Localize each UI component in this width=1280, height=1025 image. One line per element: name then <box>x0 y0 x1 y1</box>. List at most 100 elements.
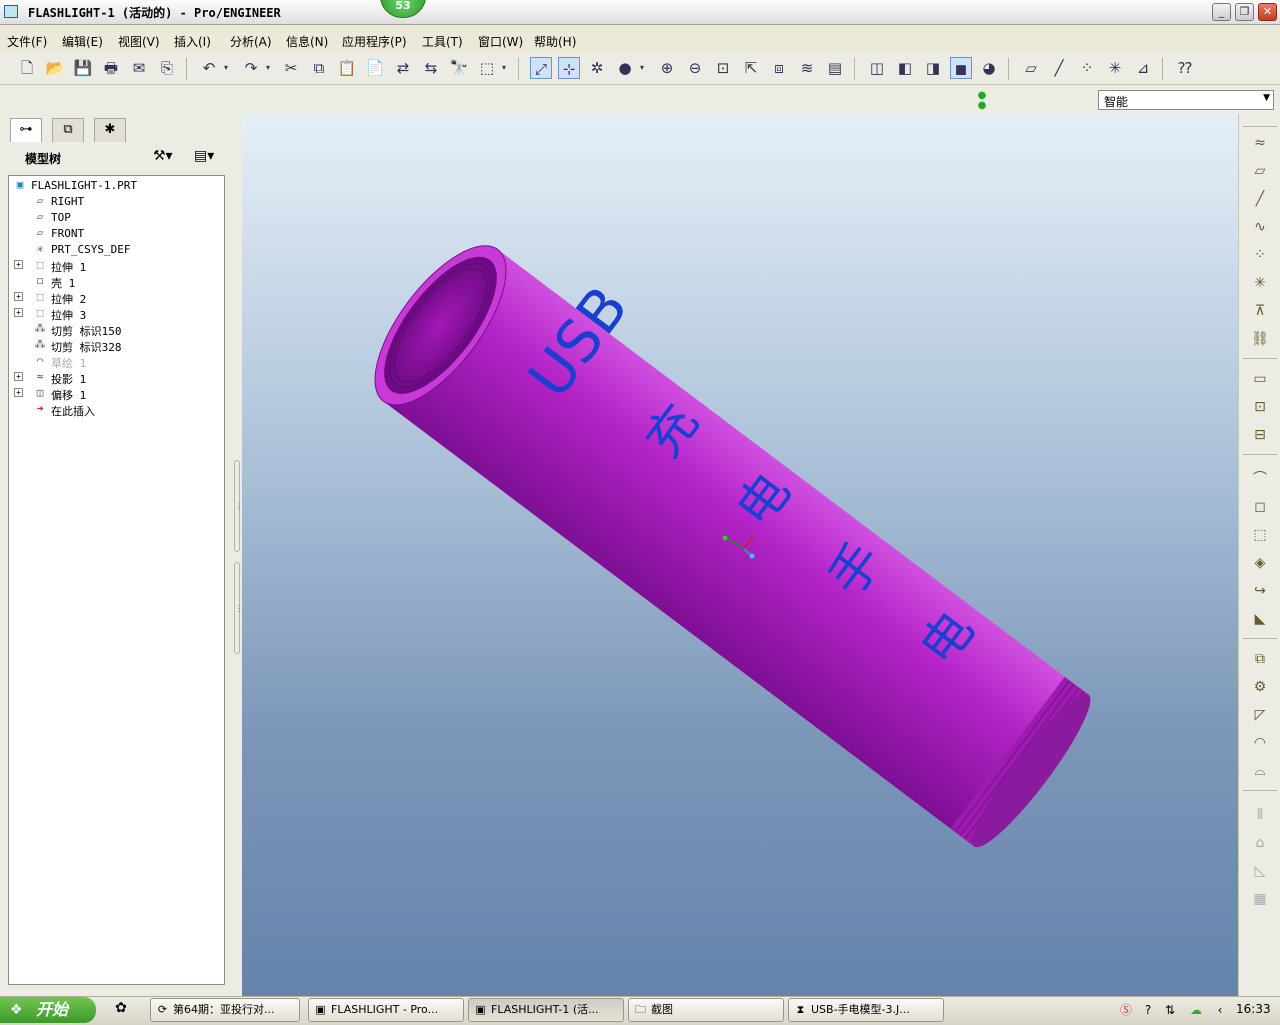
expand-icon[interactable]: + <box>14 292 23 301</box>
datum-point-tool-icon[interactable]: ⁘ <box>1249 244 1271 266</box>
tray-collapse-icon[interactable]: ‹ <box>1212 1002 1228 1018</box>
find-binoculars-icon[interactable]: 🔭 <box>448 57 470 79</box>
zoom-out-icon[interactable]: ⊖ <box>684 57 706 79</box>
redo-icon[interactable]: ↷ <box>240 57 262 79</box>
analysis-feature-icon[interactable]: ⊼ <box>1249 300 1271 322</box>
panel-splitter-grip[interactable]: ⋮ <box>234 460 243 552</box>
network-icon[interactable]: ⇅ <box>1162 1002 1178 1018</box>
help-tray-icon[interactable]: ? <box>1140 1002 1156 1018</box>
paste-icon[interactable]: 📋 <box>336 57 358 79</box>
tree-item[interactable]: + ◫ 偏移 1 <box>9 386 219 402</box>
open-folder-icon[interactable]: 📂 <box>44 57 66 79</box>
traffic-light-icon[interactable]: ● ● <box>977 91 987 111</box>
email-icon[interactable]: ✉ <box>128 57 150 79</box>
spin-center-icon[interactable]: ⤢ <box>530 57 552 79</box>
datum-plane-display-icon[interactable]: ▱ <box>1020 57 1042 79</box>
csys-display-icon[interactable]: ✳ <box>1104 57 1126 79</box>
shaded-icon[interactable]: ◼ <box>950 57 972 79</box>
annotation-display-icon[interactable]: ⊿ <box>1132 57 1154 79</box>
tree-item[interactable]: ▱ RIGHT <box>9 194 219 210</box>
revolve-tool-icon[interactable]: ◈ <box>1249 552 1271 574</box>
menu-applications[interactable]: 应用程序(P) <box>342 33 407 50</box>
datum-point-display-icon[interactable]: ⁘ <box>1076 57 1098 79</box>
zoom-in-icon[interactable]: ⊕ <box>656 57 678 79</box>
menu-tools[interactable]: 工具(T) <box>422 33 463 50</box>
undo-dropdown-icon[interactable]: ▾ <box>220 57 232 79</box>
tree-item[interactable]: ⁂ 切剪 标识150 <box>9 322 219 338</box>
print-icon[interactable]: 🖶 <box>100 57 122 79</box>
tree-item[interactable]: + ⬚ 拉伸 2 <box>9 290 219 306</box>
no-hidden-icon[interactable]: ◨ <box>922 57 944 79</box>
expand-icon[interactable]: + <box>14 372 23 381</box>
selection-filter-select[interactable]: 智能 ▼ <box>1098 90 1274 110</box>
model-canvas[interactable]: USB 充 电 手 电 <box>242 114 1238 996</box>
appearance-icon[interactable]: ▤ <box>824 57 846 79</box>
panel-splitter-grip[interactable]: ⋮ <box>234 562 243 654</box>
saved-views-icon[interactable]: ✲ <box>586 57 608 79</box>
input-method-icon[interactable]: Ⓢ <box>1118 1002 1134 1018</box>
copy-icon[interactable]: ⧉ <box>308 57 330 79</box>
enhanced-realism-icon[interactable]: ◕ <box>978 57 1000 79</box>
tab-favorites[interactable]: ✱ <box>94 118 126 142</box>
rib-tool-icon[interactable]: ◠ <box>1249 732 1271 754</box>
sphere-shading-icon[interactable]: ● <box>614 57 636 79</box>
redo-dropdown-icon[interactable]: ▾ <box>262 57 274 79</box>
view-manager-icon[interactable]: ⧈ <box>768 57 790 79</box>
menu-file[interactable]: 文件(F) <box>7 33 47 50</box>
select-dropdown-icon[interactable]: ▾ <box>498 57 510 79</box>
graphics-viewport[interactable]: USB 充 电 手 电 <box>242 114 1238 996</box>
save-icon[interactable]: 💾 <box>72 57 94 79</box>
blend-tool-icon[interactable]: ◣ <box>1249 608 1271 630</box>
datum-filter-icon[interactable]: ≈ <box>1249 132 1271 154</box>
boundary-blend-icon[interactable]: ⌓ <box>1249 760 1271 782</box>
tree-columns-icon[interactable]: ▤▾ <box>194 148 224 168</box>
tree-item[interactable]: + ⬚ 拉伸 1 <box>9 258 219 274</box>
tree-item[interactable]: ➜ 在此插入 <box>9 402 219 418</box>
hidden-line-icon[interactable]: ◧ <box>894 57 916 79</box>
chain-icon[interactable]: ⛓ <box>1249 328 1271 350</box>
extrude-tool-icon[interactable]: ⬚ <box>1249 524 1271 546</box>
tab-folder-browser[interactable]: ⧉ <box>52 118 84 142</box>
cut-icon[interactable]: ✂ <box>280 57 302 79</box>
model-tree[interactable]: ▣ FLASHLIGHT-1.PRT ▱ RIGHT ▱ TOP ▱ FRONT ✳ PRT_CS… <box>8 175 225 985</box>
wireframe-icon[interactable]: ◫ <box>866 57 888 79</box>
close-button[interactable]: ✕ <box>1258 3 1277 21</box>
tree-item[interactable]: + ≈ 投影 1 <box>9 370 219 386</box>
menu-insert[interactable]: 插入(I) <box>174 33 211 50</box>
quick-launch-icon[interactable]: ✿ <box>110 1000 132 1020</box>
taskbar-item[interactable]: ▣ FLASHLIGHT - Pro... <box>308 998 464 1022</box>
minimize-button[interactable]: _ <box>1212 3 1231 21</box>
menu-help[interactable]: 帮助(H) <box>534 33 576 50</box>
datum-axis-tool-icon[interactable]: ╱ <box>1249 188 1271 210</box>
datum-curve-tool-icon[interactable]: ∿ <box>1249 216 1271 238</box>
email-link-icon[interactable]: ⎘ <box>156 57 178 79</box>
taskbar-item[interactable]: 🗀 截图 <box>628 998 784 1022</box>
tree-item[interactable]: + ⬚ 拉伸 3 <box>9 306 219 322</box>
expand-icon[interactable]: + <box>14 308 23 317</box>
csys-tool-icon[interactable]: ✳ <box>1249 272 1271 294</box>
sketch-tool-icon[interactable]: ▭ <box>1249 368 1271 390</box>
menu-window[interactable]: 窗口(W) <box>478 33 523 50</box>
paste-special-icon[interactable]: 📄 <box>364 57 386 79</box>
tree-item[interactable]: ✳ PRT_CSYS_DEF <box>9 242 219 258</box>
sketch-edit-icon[interactable]: ⊡ <box>1249 396 1271 418</box>
tree-item[interactable]: ⌒ 草绘 1 <box>9 354 219 370</box>
refit-icon[interactable]: ⊡ <box>712 57 734 79</box>
hole-tool-icon[interactable]: ⧉ <box>1249 648 1271 670</box>
security-tray-icon[interactable]: ☁ <box>1188 1002 1204 1018</box>
tree-item[interactable]: ▱ FRONT <box>9 226 219 242</box>
title-bar[interactable]: FLASHLIGHT-1 (活动的) - Pro/ENGINEER _ ❐ ✕ <box>0 0 1280 25</box>
taskbar-item[interactable]: ▣ FLASHLIGHT-1 (活... <box>468 998 624 1022</box>
sweep-tool-icon[interactable]: ↪ <box>1249 580 1271 602</box>
pattern-tool-icon[interactable]: ⚙ <box>1249 676 1271 698</box>
flashlight-body[interactable]: USB 充 电 手 电 <box>351 198 1123 857</box>
layers-icon[interactable]: ≋ <box>796 57 818 79</box>
tab-model-tree[interactable]: ⊶ <box>10 118 42 142</box>
draft-tool-icon[interactable]: ◸ <box>1249 704 1271 726</box>
reorient-icon[interactable]: ⇱ <box>740 57 762 79</box>
expand-icon[interactable]: + <box>14 260 23 269</box>
maximize-button[interactable]: ❐ <box>1235 3 1254 21</box>
taskbar-item[interactable]: ⧗ USB-手电模型-3.J... <box>788 998 944 1022</box>
context-help-icon[interactable]: ⁇ <box>1174 57 1196 79</box>
tree-item[interactable]: ▣ FLASHLIGHT-1.PRT <box>9 178 219 194</box>
